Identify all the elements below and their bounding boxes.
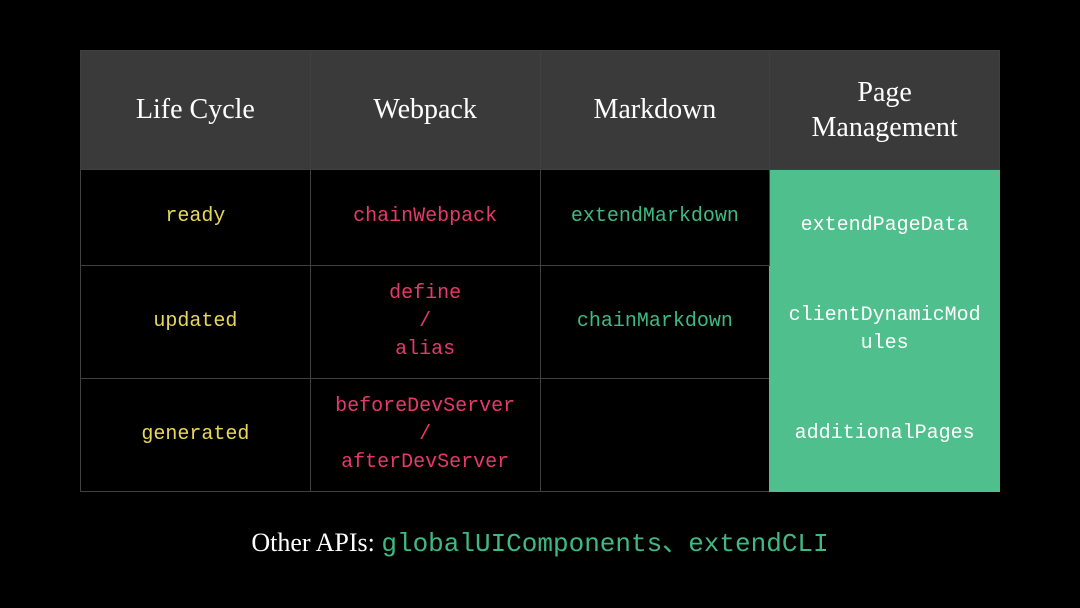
other-apis-list: globalUIComponents、extendCLI — [381, 529, 828, 559]
header-lifecycle: Life Cycle — [81, 50, 311, 169]
cell-webpack-ready: chainWebpack — [310, 169, 540, 265]
api-table-wrapper: Life Cycle Webpack Markdown PageManageme… — [80, 50, 1000, 492]
cell-page-management-merged: extendPageData clientDynamicModules addi… — [770, 169, 1000, 491]
page-management-stack: extendPageData clientDynamicModules addi… — [780, 190, 989, 470]
cell-markdown-updated: chainMarkdown — [540, 265, 770, 378]
api-table: Life Cycle Webpack Markdown PageManageme… — [80, 50, 1000, 492]
header-markdown: Markdown — [540, 50, 770, 169]
cell-lifecycle-updated: updated — [81, 265, 311, 378]
cell-markdown-generated — [540, 378, 770, 491]
cell-webpack-updated: define/alias — [310, 265, 540, 378]
cell-lifecycle-ready: ready — [81, 169, 311, 265]
cell-webpack-generated: beforeDevServer/afterDevServer — [310, 378, 540, 491]
other-apis-label: Other APIs: — [251, 528, 381, 557]
page-item-extend-page-data: extendPageData — [780, 212, 989, 240]
other-apis-footer: Other APIs: globalUIComponents、extendCLI — [251, 522, 828, 559]
header-page-management: PageManagement — [770, 50, 1000, 169]
table-header-row: Life Cycle Webpack Markdown PageManageme… — [81, 50, 1000, 169]
table-row: ready chainWebpack extendMarkdown extend… — [81, 169, 1000, 265]
cell-markdown-ready: extendMarkdown — [540, 169, 770, 265]
cell-lifecycle-generated: generated — [81, 378, 311, 491]
header-webpack: Webpack — [310, 50, 540, 169]
page-item-client-dynamic-modules: clientDynamicModules — [780, 302, 989, 358]
page-item-additional-pages: additionalPages — [780, 420, 989, 448]
